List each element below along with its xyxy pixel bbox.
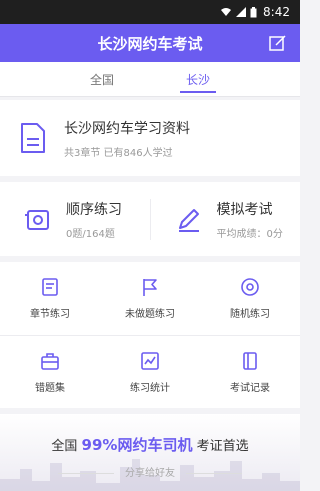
flag-icon bbox=[143, 279, 157, 296]
chapter-practice-button[interactable]: 章节练习 bbox=[0, 262, 100, 335]
feature-grid: 章节练习 未做题练习 随机练习 错题集 练习统计 考试记录 bbox=[0, 262, 300, 408]
practice-stats-label: 练习统计 bbox=[130, 382, 170, 394]
document-icon bbox=[21, 123, 45, 153]
pencil-icon bbox=[178, 209, 199, 232]
unanswered-practice-label: 未做题练习 bbox=[125, 309, 175, 320]
tab-national[interactable]: 全国 bbox=[84, 62, 120, 96]
share-label: 分享给好友 bbox=[125, 468, 175, 479]
tab-changsha[interactable]: 长沙 bbox=[180, 62, 217, 96]
record-icon bbox=[243, 351, 257, 370]
mock-exam-button[interactable]: 模拟考试 平均成绩：0分 bbox=[149, 198, 301, 240]
exam-records-button[interactable]: 考试记录 bbox=[200, 336, 300, 408]
briefcase-icon bbox=[41, 352, 59, 370]
tab-changsha-label: 长沙 bbox=[186, 72, 211, 87]
status-bar: 8:42 bbox=[0, 0, 300, 24]
wrong-questions-label: 错题集 bbox=[35, 382, 65, 394]
practice-section: 顺序练习 0题/164题 模拟考试 平均成绩：0分 bbox=[0, 182, 300, 256]
banner-slogan: 全国 99%网约车司机 考证首选 bbox=[0, 434, 300, 455]
battery-icon bbox=[250, 6, 257, 17]
material-subtitle: 共3章节 已有846人学过 bbox=[64, 147, 173, 159]
tabs-divider bbox=[0, 96, 300, 97]
sequential-subtitle: 0题/164题 bbox=[66, 228, 115, 240]
chapter-practice-label: 章节练习 bbox=[30, 309, 70, 320]
share-friends-link[interactable]: 分享给好友 bbox=[0, 464, 300, 479]
mock-exam-subtitle: 平均成绩：0分 bbox=[216, 228, 283, 240]
chart-icon bbox=[141, 351, 159, 370]
grid-row: 错题集 练习统计 考试记录 bbox=[0, 335, 300, 408]
sequential-icon bbox=[25, 210, 49, 230]
mock-exam-title: 模拟考试 bbox=[216, 201, 273, 218]
signal-icon bbox=[236, 7, 247, 17]
practice-stats-button[interactable]: 练习统计 bbox=[100, 336, 200, 408]
unanswered-practice-button[interactable]: 未做题练习 bbox=[100, 262, 200, 335]
promo-banner[interactable]: 全国 99%网约车司机 考证首选 分享给好友 bbox=[0, 414, 300, 491]
exam-records-label: 考试记录 bbox=[230, 382, 270, 394]
sequential-practice-button[interactable]: 顺序练习 0题/164题 bbox=[0, 199, 150, 240]
status-time: 8:42 bbox=[263, 5, 290, 19]
app-bar: 长沙网约车考试 bbox=[0, 24, 300, 62]
random-icon bbox=[241, 278, 259, 296]
wifi-icon bbox=[221, 8, 232, 16]
material-title: 长沙网约车学习资料 bbox=[64, 120, 190, 137]
status-icons bbox=[220, 6, 257, 18]
edit-icon[interactable] bbox=[268, 33, 288, 53]
banner-suffix: 考证首选 bbox=[192, 439, 249, 454]
grid-row: 章节练习 未做题练习 随机练习 bbox=[0, 262, 300, 335]
banner-prefix: 全国 bbox=[51, 439, 82, 454]
random-practice-label: 随机练习 bbox=[230, 309, 270, 320]
region-tabs: 全国 长沙 bbox=[0, 62, 300, 96]
page-title: 长沙网约车考试 bbox=[97, 34, 203, 53]
study-material-card[interactable]: 长沙网约车学习资料 共3章节 已有846人学过 bbox=[0, 100, 300, 176]
sequential-title: 顺序练习 bbox=[66, 201, 122, 218]
wrong-questions-button[interactable]: 错题集 bbox=[0, 336, 100, 408]
random-practice-button[interactable]: 随机练习 bbox=[200, 262, 300, 335]
banner-highlight: 99%网约车司机 bbox=[81, 436, 193, 454]
chapter-icon bbox=[42, 278, 58, 296]
tab-national-label: 全国 bbox=[89, 72, 114, 87]
